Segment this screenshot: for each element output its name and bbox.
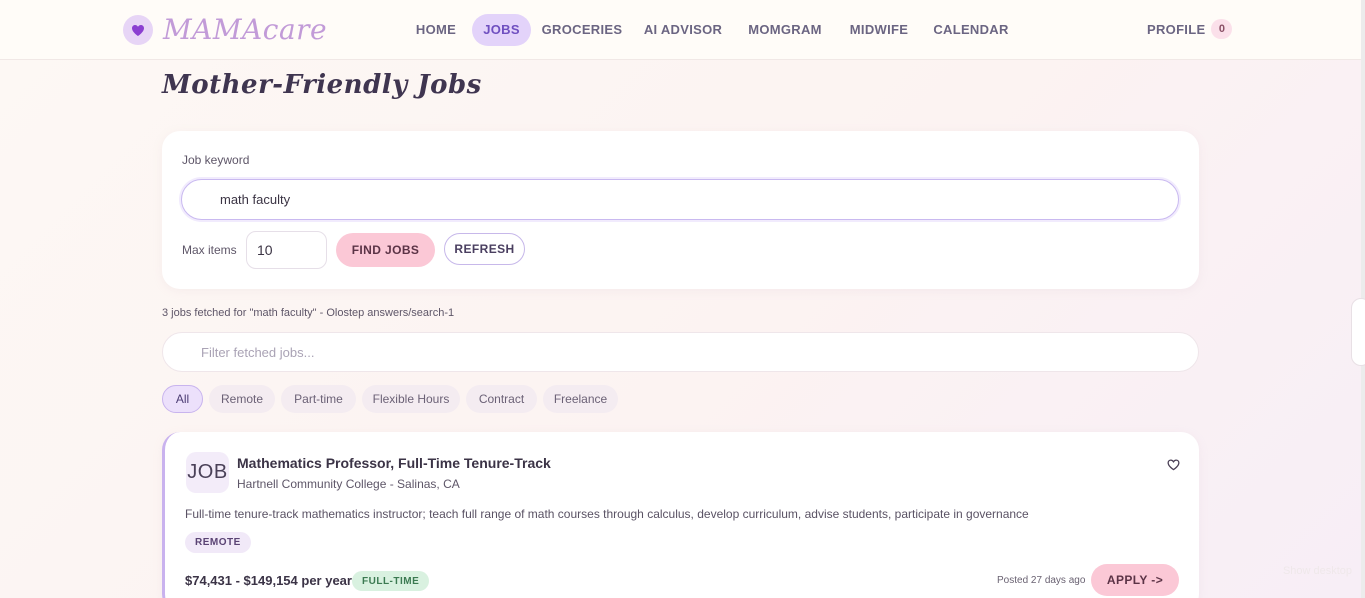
job-tag-remote: REMOTE	[185, 532, 251, 553]
side-panel-handle[interactable]	[1351, 298, 1365, 366]
job-logo: JOB	[186, 452, 229, 493]
refresh-button[interactable]: REFRESH	[444, 233, 525, 265]
profile-label: PROFILE	[1147, 21, 1206, 37]
find-jobs-button[interactable]: FIND JOBS	[336, 233, 435, 267]
nav-ai-advisor[interactable]: AI ADVISOR	[640, 14, 726, 46]
fetch-status-text: 3 jobs fetched for "math faculty" - Olos…	[162, 307, 455, 319]
chip-flexible-hours[interactable]: Flexible Hours	[362, 385, 460, 413]
profile-count-badge: 0	[1211, 19, 1233, 39]
keyword-label: Job keyword	[182, 153, 250, 167]
job-salary: $74,431 - $149,154 per year	[185, 573, 352, 588]
job-title[interactable]: Mathematics Professor, Full-Time Tenure-…	[237, 455, 551, 471]
heart-icon	[123, 15, 153, 45]
max-items-input[interactable]	[246, 231, 327, 269]
chip-remote[interactable]: Remote	[209, 385, 275, 413]
filter-jobs-input[interactable]	[162, 332, 1199, 372]
nav-groceries[interactable]: GROCERIES	[541, 14, 623, 46]
chip-contract[interactable]: Contract	[466, 385, 537, 413]
top-navbar: MAMAcare HOME JOBS GROCERIES AI ADVISOR …	[0, 0, 1365, 60]
max-items-label: Max items	[182, 243, 237, 257]
apply-button[interactable]: APPLY ->	[1091, 564, 1179, 596]
nav-momgram[interactable]: MOMGRAM	[743, 14, 827, 46]
job-search-card: Job keyword Max items FIND JOBS REFRESH	[162, 131, 1199, 289]
show-desktop-button[interactable]: Show desktop	[1270, 558, 1365, 584]
job-posted-date: Posted 27 days ago	[997, 575, 1086, 586]
brand-logo[interactable]: MAMAcare	[123, 13, 327, 47]
job-card[interactable]: JOB Mathematics Professor, Full-Time Ten…	[162, 432, 1199, 598]
page-title: Mother-Friendly Jobs	[162, 70, 482, 100]
keyword-input[interactable]	[181, 179, 1179, 220]
job-type-badge: FULL-TIME	[352, 571, 430, 591]
nav-calendar[interactable]: CALENDAR	[931, 14, 1011, 46]
brand-name: MAMAcare	[163, 13, 328, 46]
chip-part-time[interactable]: Part-time	[281, 385, 356, 413]
job-description: Full-time tenure-track mathematics instr…	[185, 507, 1029, 521]
chip-all[interactable]: All	[162, 385, 203, 413]
favorite-heart-icon[interactable]	[1167, 458, 1181, 472]
nav-jobs[interactable]: JOBS	[472, 14, 531, 46]
job-company-location: Hartnell Community College - Salinas, CA	[237, 477, 460, 491]
profile-menu[interactable]: PROFILE 0	[1147, 19, 1233, 39]
nav-midwife[interactable]: MIDWIFE	[844, 14, 914, 46]
chip-freelance[interactable]: Freelance	[543, 385, 618, 413]
nav-home[interactable]: HOME	[408, 14, 464, 46]
